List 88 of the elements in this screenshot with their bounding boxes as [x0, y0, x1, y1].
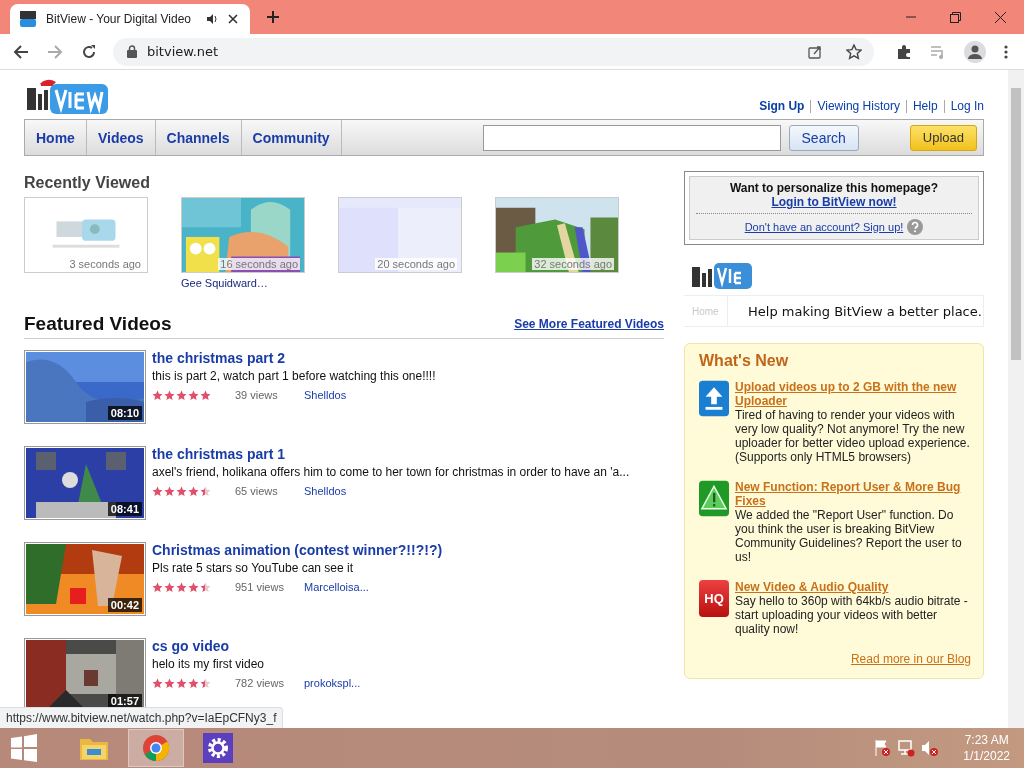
- nav-tab[interactable]: Community: [241, 120, 342, 155]
- duration-badge: 08:41: [107, 502, 142, 516]
- video-thumbnail[interactable]: 16 seconds ago: [181, 197, 305, 273]
- close-icon[interactable]: [995, 11, 1006, 23]
- upload-button[interactable]: Upload: [909, 124, 977, 151]
- browser-tab[interactable]: BitView - Your Digital Video: [10, 4, 250, 34]
- blog-link[interactable]: Read more in our Blog: [850, 652, 971, 666]
- video-thumbnail[interactable]: 20 seconds ago: [338, 197, 462, 273]
- section-title: Featured Videos: [24, 313, 172, 335]
- section-title: Recently Viewed: [24, 174, 151, 192]
- close-icon[interactable]: [228, 14, 238, 24]
- volume-icon[interactable]: [921, 739, 940, 757]
- video-description: this is part 2, watch part 1 before watching this one!!!!: [152, 369, 436, 383]
- puzzle-icon[interactable]: [896, 43, 912, 60]
- news-headline[interactable]: Upload videos up to 2 GB with the new Uploader: [735, 380, 971, 408]
- upload-icon: [699, 380, 729, 417]
- news-headline[interactable]: New Video & Audio Quality: [735, 580, 971, 594]
- nav-tab[interactable]: Videos: [86, 120, 156, 155]
- signup-link[interactable]: Don't have an account? Sign up!: [744, 221, 904, 233]
- chrome-icon[interactable]: [128, 729, 184, 767]
- author-link[interactable]: Marcelloisa...: [304, 581, 369, 593]
- help-icon[interactable]: [907, 219, 924, 235]
- bitview-logo[interactable]: [24, 78, 110, 114]
- video-thumbnail[interactable]: 08:41: [24, 446, 146, 520]
- video-title[interactable]: the christmas part 2: [152, 350, 436, 366]
- lock-icon: [127, 45, 137, 58]
- video-description: helo its my first video: [152, 657, 266, 671]
- view-count: 951 views: [235, 581, 285, 593]
- author-link[interactable]: Shelldos: [304, 485, 347, 497]
- search-field[interactable]: [482, 124, 781, 151]
- speaker-icon[interactable]: [206, 13, 218, 25]
- url-text: bitview.net: [147, 44, 219, 59]
- video-title[interactable]: Christmas animation (contest winner?!!?!?): [152, 542, 443, 558]
- header-link[interactable]: Help: [912, 99, 938, 113]
- bitview-favicon: [20, 11, 36, 27]
- time-ago-label: 20 seconds ago: [375, 258, 457, 270]
- restore-icon[interactable]: [950, 11, 961, 23]
- nav-tab[interactable]: Channels: [155, 120, 242, 155]
- video-caption[interactable]: Gee Squidward…: [181, 277, 305, 289]
- view-count: 65 views: [235, 485, 279, 497]
- time-ago-label: 3 seconds ago: [67, 258, 143, 270]
- star-icon[interactable]: [846, 43, 862, 60]
- login-link[interactable]: Login to BitView now!: [771, 195, 897, 209]
- scrollbar[interactable]: [1008, 70, 1024, 728]
- see-more-link[interactable]: See More Featured Videos: [514, 317, 664, 335]
- video-thumbnail[interactable]: 3 seconds ago: [24, 197, 148, 273]
- hq-icon: HQ: [699, 580, 729, 617]
- new-tab-icon[interactable]: [266, 10, 280, 24]
- news-text: Say hello to 360p with 64kb/s audio bitrate - start uploading your videos with better quality now!: [735, 594, 969, 636]
- start-icon[interactable]: [10, 734, 38, 762]
- flag-icon[interactable]: [873, 739, 892, 757]
- address-field[interactable]: bitview.net: [113, 37, 874, 66]
- video-thumbnail[interactable]: 08:10: [24, 350, 146, 424]
- time-ago-label: 32 seconds ago: [532, 258, 614, 270]
- search-button[interactable]: Search: [788, 124, 859, 151]
- view-count: 782 views: [235, 677, 285, 689]
- duration-badge: 01:57: [107, 694, 142, 708]
- author-link[interactable]: prokokspl...: [304, 677, 361, 689]
- video-title[interactable]: cs go video: [152, 638, 361, 654]
- news-text: We added the "Report User" function. Do you think the user is breaking BitView Community Guidelines? Report the user to us!: [735, 508, 963, 564]
- news-text: Tired of having to render your videos with very low quality? Not anymore! Try the new uploader for better video upload experience. (Supports only HTML5 browsers): [735, 408, 971, 464]
- header-link[interactable]: Sign Up: [759, 99, 805, 113]
- header-link[interactable]: Log In: [950, 99, 984, 113]
- back-icon[interactable]: [13, 43, 29, 60]
- news-headline[interactable]: New Function: Report User & More Bug Fixes: [735, 480, 971, 508]
- status-url-tooltip: https://www.bitview.net/watch.php?v=IaEpCFNy3_f: [0, 707, 284, 728]
- share-icon[interactable]: [808, 44, 822, 59]
- video-description: axel's friend, holikana offers him to come to her town for christmas in order to have an 'a...: [152, 465, 630, 479]
- profile-icon[interactable]: [964, 40, 986, 63]
- header-link[interactable]: Viewing History: [817, 99, 900, 113]
- view-count: 39 views: [235, 389, 279, 401]
- video-thumbnail[interactable]: 32 seconds ago: [495, 197, 619, 273]
- time-ago-label: 16 seconds ago: [218, 258, 300, 270]
- banner-caption: Help making BitView a better place.: [748, 304, 982, 319]
- duration-badge: 08:10: [107, 406, 142, 420]
- author-link[interactable]: Shelldos: [304, 389, 347, 401]
- video-thumbnail[interactable]: 00:42: [24, 542, 146, 616]
- video-title[interactable]: the christmas part 1: [152, 446, 630, 462]
- video-description: Pls rate 5 stars so YouTube can see it: [152, 561, 354, 575]
- network-icon[interactable]: [897, 739, 916, 757]
- panel-title: What's New: [699, 352, 790, 370]
- tab-title: BitView - Your Digital Video: [46, 12, 192, 26]
- reload-icon[interactable]: [81, 43, 97, 60]
- login-prompt: Want to personalize this homepage?: [729, 181, 939, 195]
- warning-icon: [699, 480, 729, 517]
- nav-tab[interactable]: Home: [25, 120, 87, 155]
- menu-icon[interactable]: [1004, 44, 1008, 59]
- duration-badge: 00:42: [107, 598, 142, 612]
